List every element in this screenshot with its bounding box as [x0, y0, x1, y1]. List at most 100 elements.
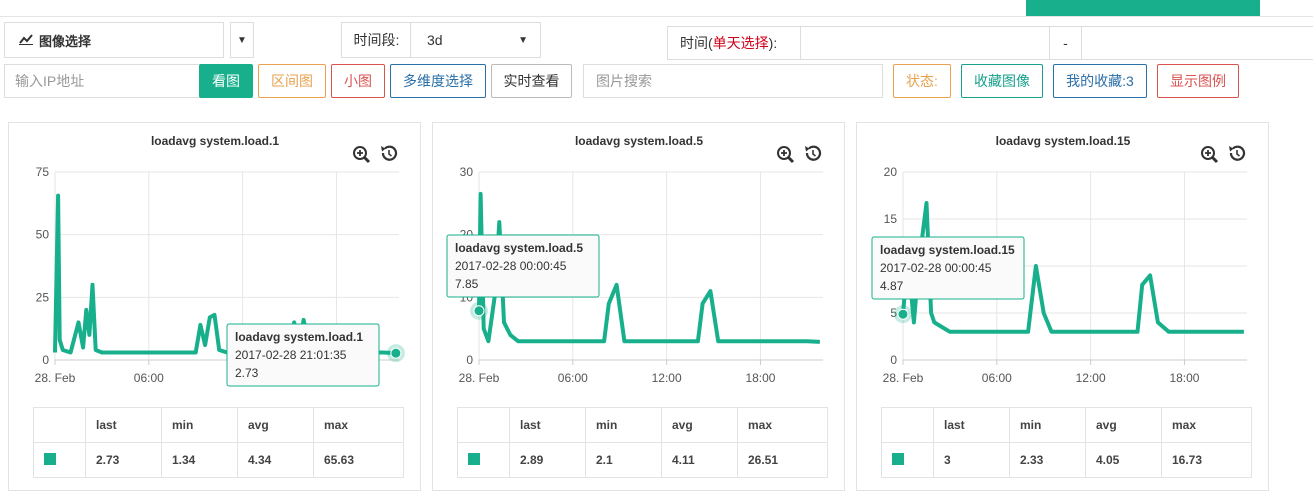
chart-title: loadavg system.load.1	[151, 134, 279, 148]
x-tick-label: 12:00	[1076, 371, 1106, 385]
multi-dimension-button[interactable]: 多维度选择	[390, 64, 486, 98]
status-button[interactable]: 状态:	[893, 64, 951, 98]
stats-value-row: 2.89 2.1 4.11 26.51	[457, 442, 828, 478]
top-nav-active-tab[interactable]	[1026, 0, 1260, 16]
stats-value-row: 3 2.33 4.05 16.73	[881, 442, 1252, 478]
x-tick-label: 18:00	[1169, 371, 1199, 385]
realtime-view-button[interactable]: 实时查看	[491, 64, 572, 98]
x-tick-label: 06:00	[134, 371, 164, 385]
zoom-in-icon[interactable]	[353, 146, 371, 164]
tooltip-time: 2017-02-28 00:00:45	[455, 259, 567, 273]
stats-series-swatch-cell[interactable]	[33, 442, 86, 478]
stats-value-last: 2.73	[85, 442, 162, 478]
stats-header-last: last	[933, 407, 1010, 443]
chart-title: loadavg system.load.5	[575, 134, 703, 148]
x-tick-label: 28. Feb	[459, 371, 500, 385]
tooltip-series: loadavg system.load.1	[235, 330, 363, 344]
stats-table: last min avg max 2.73 1.34 4.34 65.63	[33, 407, 404, 478]
stats-header-row: last min avg max	[457, 407, 828, 443]
ip-input[interactable]: 输入IP地址	[4, 64, 200, 98]
zoom-in-icon[interactable]	[1201, 146, 1219, 164]
stats-header-max: max	[313, 407, 404, 443]
y-tick-label: 30	[460, 165, 474, 179]
stats-header-min: min	[161, 407, 238, 443]
picture-search-input[interactable]: 图片搜索	[583, 64, 883, 98]
zoom-in-icon-plus	[1205, 150, 1211, 156]
stats-table: last min avg max 2.89 2.1 4.11 26.51	[457, 407, 828, 478]
chart-panel-load5: loadavg system.load.5010203028. Feb06:00…	[432, 122, 845, 491]
stats-header-empty	[33, 407, 86, 443]
tooltip-value: 7.85	[455, 277, 479, 291]
stats-series-swatch-cell[interactable]	[881, 442, 934, 478]
y-tick-label: 75	[36, 165, 50, 179]
series-color-swatch	[44, 452, 56, 465]
end-time-input[interactable]	[1081, 26, 1313, 60]
chart-tooltip: loadavg system.load.5 2017-02-28 00:00:45…	[446, 234, 600, 298]
image-select-dropdown[interactable]: 图像选择	[4, 22, 224, 58]
hover-point[interactable]	[473, 305, 485, 317]
x-tick-label: 18:00	[745, 371, 775, 385]
time-label-prefix: 时间(	[680, 35, 713, 51]
chart-panel-load1: loadavg system.load.1 0 25 50 75 28. Feb 06:00…	[8, 122, 421, 491]
stats-series-swatch-cell[interactable]	[457, 442, 510, 478]
series-color-swatch	[468, 452, 480, 465]
x-tick-label: 12:00	[652, 371, 682, 385]
line-chart-icon	[19, 33, 33, 48]
view-chart-button[interactable]: 看图	[199, 64, 253, 98]
stats-header-max: max	[1161, 407, 1252, 443]
caret-down-icon: ▼	[518, 34, 528, 46]
history-icon[interactable]	[381, 145, 398, 161]
history-icon-hands	[388, 150, 392, 157]
stats-value-last: 3	[933, 442, 1010, 478]
zoom-in-icon-plus	[357, 150, 363, 156]
chart-svg: loadavg system.load.1 0 25 50 75 28. Feb 06:00…	[35, 134, 405, 387]
stats-value-min: 2.33	[1009, 442, 1086, 478]
image-select-label: 图像选择	[39, 33, 92, 49]
hover-point[interactable]	[897, 308, 909, 320]
zoom-in-icon-handle	[363, 156, 371, 164]
stats-header-avg: avg	[237, 407, 314, 443]
stats-value-max: 65.63	[313, 442, 404, 478]
show-legend-button[interactable]: 显示图例	[1157, 64, 1239, 98]
zoom-in-icon-plus	[781, 150, 787, 156]
range-chart-button[interactable]: 区间图	[258, 64, 326, 98]
stats-value-avg: 4.05	[1085, 442, 1162, 478]
stats-value-max: 26.51	[737, 442, 828, 478]
stats-header-min: min	[585, 407, 662, 443]
stats-header-row: last min avg max	[33, 407, 404, 443]
y-tick-label: 50	[36, 228, 50, 242]
stats-value-min: 2.1	[585, 442, 662, 478]
stats-header-last: last	[85, 407, 162, 443]
history-icon-arrow	[1229, 146, 1234, 152]
stats-table: last min avg max 3 2.33 4.05 16.73	[881, 407, 1252, 478]
favorite-image-button[interactable]: 收藏图像	[961, 64, 1043, 98]
stats-value-last: 2.89	[509, 442, 586, 478]
history-icon[interactable]	[1229, 145, 1246, 161]
stats-header-last: last	[509, 407, 586, 443]
chart-svg: loadavg system.load.150510152028. Feb06:…	[871, 134, 1247, 385]
stats-header-min: min	[1009, 407, 1086, 443]
zoom-in-icon-handle	[1211, 156, 1219, 164]
start-time-input[interactable]	[800, 26, 1050, 60]
tooltip-value: 2.73	[235, 366, 259, 380]
stats-header-empty	[881, 407, 934, 443]
history-icon-hands	[812, 150, 816, 157]
chart-tooltip: loadavg system.load.1 2017-02-28 21:01:35…	[226, 323, 380, 387]
history-icon[interactable]	[805, 145, 822, 161]
stats-header-row: last min avg max	[881, 407, 1252, 443]
period-select[interactable]: 3d ▼	[410, 22, 541, 58]
image-select-caret-button[interactable]: ▼	[230, 22, 254, 58]
tooltip-time: 2017-02-28 00:00:45	[880, 261, 992, 275]
tooltip-value: 4.87	[880, 279, 904, 293]
history-icon-hands	[1236, 150, 1240, 157]
my-favorites-button[interactable]: 我的收藏:3	[1053, 64, 1147, 98]
hover-point[interactable]	[390, 347, 402, 359]
small-chart-button[interactable]: 小图	[331, 64, 385, 98]
chart-title: loadavg system.load.15	[996, 134, 1131, 148]
zoom-in-icon[interactable]	[777, 146, 795, 164]
y-tick-label: 15	[884, 212, 898, 226]
stats-header-empty	[457, 407, 510, 443]
top-divider	[0, 16, 1313, 17]
period-value: 3d	[427, 32, 443, 48]
zoom-in-icon-handle	[787, 156, 795, 164]
